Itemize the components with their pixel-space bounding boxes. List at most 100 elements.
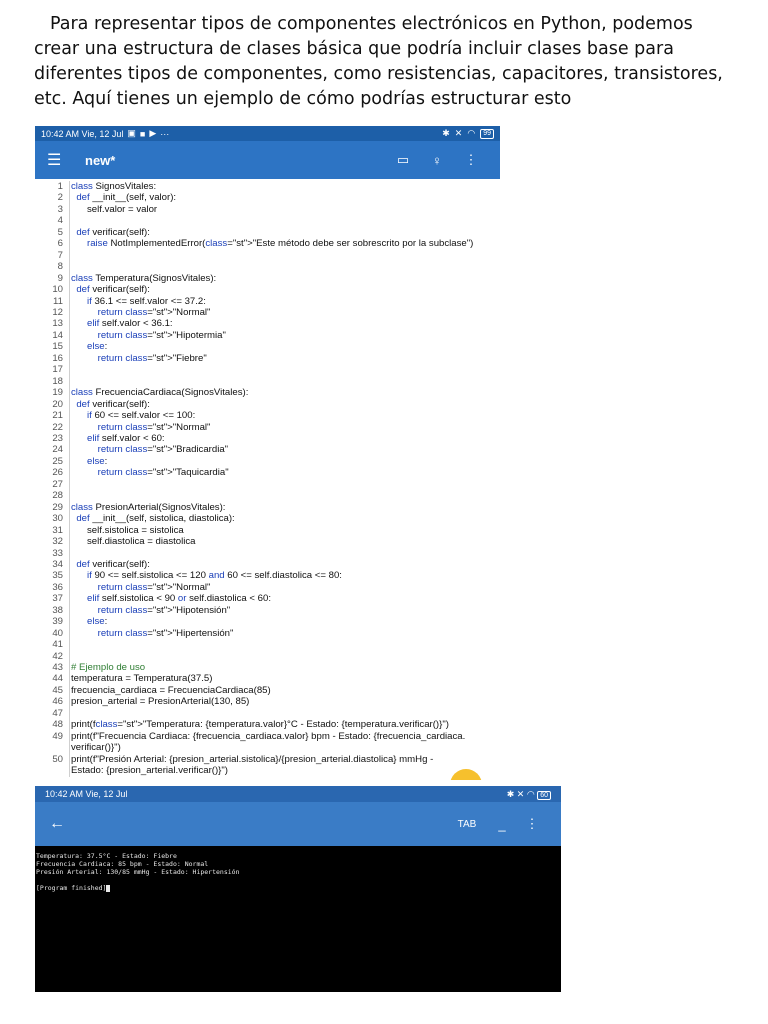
line-number: 4 [57, 215, 63, 227]
arrow-back-icon[interactable]: ← [49, 815, 447, 833]
editor-app-bar: ☰ new* ▭ ♀ ⋮ [35, 141, 500, 179]
minimize-button[interactable]: _ [487, 817, 517, 832]
line-text [69, 650, 500, 663]
terminal-line: [Program finished] [36, 884, 560, 892]
line-text [69, 478, 500, 491]
code-line: 17 [35, 364, 500, 376]
line-number: 23 [52, 432, 63, 444]
code-line: 21 if 60 <= self.valor <= 100: [35, 410, 500, 422]
code-line: 24 return class="st">"Bradicardia" [35, 444, 500, 456]
line-text: return class="st">"Fiebre" [69, 352, 500, 365]
line-number: 35 [52, 570, 63, 582]
line-number: 25 [52, 455, 63, 467]
line-text: def verificar(self): [69, 226, 500, 239]
line-number: 17 [52, 364, 63, 376]
status-bar: 10:42 AM Vie, 12 Jul ▣ ■ ▶ ··· ✱ ✕ ◠ 99 [35, 126, 500, 141]
line-text [69, 215, 500, 227]
line-text: elif self.valor < 60: [69, 432, 500, 445]
line-text: Estado: {presion_arterial.verificar()}") [69, 765, 500, 777]
line-number: 11 [53, 295, 63, 307]
code-line: 12 return class="st">"Normal" [35, 306, 500, 319]
line-number: 43 [52, 662, 63, 674]
terminal-status-time: 10:42 AM Vie, 12 Jul [45, 789, 128, 799]
code-line: 18 [35, 375, 500, 388]
line-text: verificar()}") [69, 742, 500, 754]
line-text [69, 364, 500, 376]
line-number: 18 [52, 375, 63, 387]
more-notifications-icon: ··· [160, 128, 170, 139]
line-number: 7 [57, 249, 63, 261]
gallery-icon: ▣ [127, 128, 136, 138]
code-line: 16 return class="st">"Fiebre" [35, 352, 500, 365]
code-line: 11 if 36.1 <= self.valor <= 37.2: [35, 295, 500, 307]
code-line: 3 self.valor = valor [35, 203, 500, 216]
more-vert-icon[interactable]: ⋮ [517, 816, 547, 832]
line-number: 28 [52, 490, 63, 502]
line-number: 33 [52, 547, 63, 559]
terminal-status-bar: 10:42 AM Vie, 12 Jul ✱ ✕ ◠ 60 [35, 786, 561, 802]
line-number: 13 [52, 318, 63, 330]
line-number: 15 [52, 341, 63, 353]
line-text: raise NotImplementedError(class="st">"Es… [69, 238, 500, 250]
line-text: def verificar(self): [69, 284, 500, 296]
line-number: 24 [52, 444, 63, 456]
line-number: 37 [52, 593, 63, 605]
code-line: 14 return class="st">"Hipotermia" [35, 329, 500, 342]
code-line: 50 print(f"Presión Arterial: {presion_art… [35, 753, 500, 766]
line-text: return class="st">"Hipotermia" [69, 329, 500, 342]
line-text: elif self.valor < 36.1: [69, 318, 500, 330]
line-number: 41 [52, 639, 63, 651]
line-number: 50 [52, 753, 63, 765]
code-line: 27 [35, 478, 500, 491]
folder-icon[interactable]: ▭ [386, 152, 420, 168]
line-number: 32 [52, 536, 63, 548]
code-line: 5 def verificar(self): [35, 226, 500, 239]
line-text: print(f"Frecuencia Cardiaca: {frecuencia… [69, 730, 500, 743]
menu-icon[interactable]: ☰ [47, 150, 77, 170]
line-number [35, 742, 69, 753]
wifi-icon: ◠ [526, 788, 535, 799]
tab-button[interactable]: TAB [447, 819, 487, 830]
line-text [69, 639, 500, 651]
line-text: return class="st">"Bradicardia" [69, 444, 500, 456]
line-number: 29 [52, 501, 63, 513]
bluetooth-icon: ✱ [506, 788, 515, 799]
code-line: 15 else: [35, 341, 500, 353]
line-number: 40 [52, 627, 63, 639]
line-text: def __init__(self, sistolica, diastolica… [69, 513, 500, 525]
code-line: 20 def verificar(self): [35, 398, 500, 411]
code-area[interactable]: 1 class SignosVitales: 2 def __init__(self… [35, 179, 500, 777]
line-text [69, 547, 500, 559]
terminal-output[interactable]: Temperatura: 37.5°C - Estado: Fiebre Frec… [35, 846, 561, 892]
line-text: if 90 <= self.sistolica <= 120 and 60 <=… [69, 570, 500, 582]
line-number: 39 [52, 616, 63, 628]
code-line: 19 class FrecuenciaCardiaca(SignosVitales… [35, 387, 500, 399]
line-text: print(f"Presión Arterial: {presion_arter… [69, 753, 500, 766]
line-text: if 60 <= self.valor <= 100: [69, 410, 500, 422]
line-text: def verificar(self): [69, 558, 500, 571]
line-text: def __init__(self, valor): [69, 192, 500, 204]
code-line: 38 return class="st">"Hipotensión" [35, 604, 500, 617]
lightbulb-icon[interactable]: ♀ [420, 153, 454, 168]
line-text [69, 490, 500, 502]
line-number: 22 [52, 421, 63, 433]
line-number: 19 [52, 387, 63, 399]
line-text: return class="st">"Normal" [69, 306, 500, 319]
code-line: 26 return class="st">"Taquicardia" [35, 467, 500, 479]
code-line: 7 [35, 249, 500, 262]
battery-icon: 60 [537, 790, 551, 800]
line-text: class PresionArterial(SignosVitales): [69, 501, 500, 514]
line-number: 44 [52, 673, 63, 685]
line-number: 42 [52, 650, 63, 662]
cursor [106, 884, 111, 892]
line-text: frecuencia_cardiaca = FrecuenciaCardiaca… [69, 684, 500, 697]
code-line: 29 class PresionArterial(SignosVitales): [35, 501, 500, 514]
code-line: 42 [35, 650, 500, 663]
more-vert-icon[interactable]: ⋮ [454, 152, 488, 168]
line-number: 38 [52, 604, 63, 616]
code-line: 48 print(fclass="st">"Temperatura: {tempe… [35, 719, 500, 731]
code-line: 8 [35, 261, 500, 273]
line-number: 1 [57, 181, 63, 192]
line-text: self.diastolica = diastolica [69, 536, 500, 548]
